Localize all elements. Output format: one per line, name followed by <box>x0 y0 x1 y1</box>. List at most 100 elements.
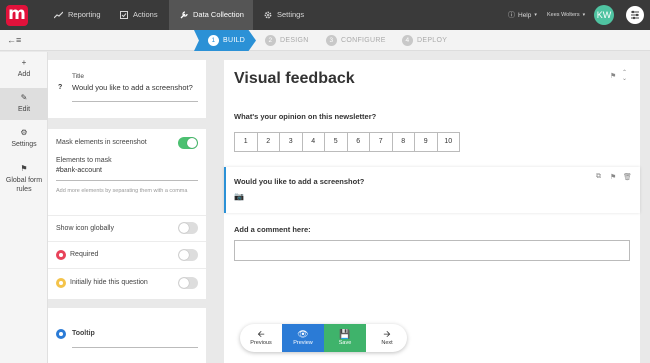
nav-actions-label: Actions <box>133 10 158 19</box>
question-screenshot: Would you like to add a screenshot? <box>234 177 365 186</box>
mask-elements-label: Mask elements in screenshot <box>56 139 147 146</box>
selected-question-block[interactable]: Would you like to add a screenshot? 📷 ⧉ … <box>224 167 640 213</box>
divider <box>48 241 206 242</box>
scale-option[interactable]: 3 <box>279 132 303 152</box>
sidebar-item-global-form-rules[interactable]: ⚑ Global form rules <box>0 164 48 204</box>
step-configure[interactable]: 3 CONFIGURE <box>326 30 386 51</box>
user-menu[interactable]: Kees Wolters ▾ <box>547 0 585 30</box>
scale-option[interactable]: 8 <box>391 132 415 152</box>
scale-option[interactable]: 9 <box>414 132 438 152</box>
question-comment[interactable]: Add a comment here: <box>234 225 311 234</box>
user-name: Kees Wolters <box>547 12 580 18</box>
tooltip-property-panel: Tooltip <box>48 308 206 363</box>
step-deploy[interactable]: 4 DEPLOY <box>402 30 447 51</box>
nav-settings-label: Settings <box>277 10 305 19</box>
preview-label: Preview <box>293 340 313 346</box>
title-property-panel: ? Title Would you like to add a screensh… <box>48 60 206 118</box>
help-icon: ⓘ <box>508 12 515 19</box>
save-button[interactable]: 💾 Save <box>324 324 366 352</box>
scale-option[interactable]: 10 <box>436 132 460 152</box>
help-menu[interactable]: ⓘ Help ▾ <box>508 0 537 30</box>
nav-settings[interactable]: Settings <box>264 0 304 30</box>
title-label: Title <box>72 73 85 80</box>
nav-data-collection[interactable]: Data Collection <box>169 0 253 30</box>
tooltip-label: Tooltip <box>72 330 95 337</box>
elements-to-mask-field[interactable]: #bank-account <box>56 167 102 174</box>
collapse-panel-icon[interactable]: ←≡ <box>7 35 21 46</box>
flag-icon[interactable]: ⚑ <box>610 72 616 80</box>
show-icon-toggle[interactable] <box>178 222 198 234</box>
nav-reporting-label: Reporting <box>68 10 101 19</box>
trash-icon[interactable]: 🗑 <box>623 173 632 181</box>
elements-field-underline <box>56 180 198 181</box>
scale-option[interactable]: 4 <box>301 132 325 152</box>
logo[interactable]: m <box>6 5 28 26</box>
step-number: 1 <box>208 35 219 46</box>
tool-sidebar: + Add ✎ Edit ⚙ Settings ⚑ Global form ru… <box>0 52 48 363</box>
flag-icon[interactable]: ⚑ <box>610 173 616 181</box>
mask-elements-toggle[interactable] <box>178 137 198 149</box>
previous-button[interactable]: 🡨 Previous <box>240 324 282 352</box>
copy-icon[interactable]: ⧉ <box>596 173 601 181</box>
chevron-down-icon: ▾ <box>534 12 537 18</box>
action-bar: 🡨 Previous 👁 Preview 💾 Save 🡪 Next <box>240 324 407 352</box>
initially-hide-toggle[interactable] <box>178 277 198 289</box>
preferences-button[interactable] <box>626 6 644 24</box>
scale-option[interactable]: 6 <box>346 132 370 152</box>
step-label: CONFIGURE <box>341 37 386 44</box>
tooltip-field[interactable] <box>72 347 198 348</box>
step-number: 3 <box>326 35 337 46</box>
next-button[interactable]: 🡪 Next <box>366 324 407 352</box>
show-icon-label: Show icon globally <box>56 225 114 232</box>
question-help-icon: ? <box>58 84 63 91</box>
tooltip-icon <box>56 329 66 339</box>
nav-data-collection-label: Data Collection <box>193 10 244 19</box>
avatar[interactable]: KW <box>594 5 614 25</box>
next-label: Next <box>381 340 393 346</box>
step-design[interactable]: 2 DESIGN <box>265 30 309 51</box>
title-field[interactable]: Would you like to add a screenshot? <box>72 83 193 92</box>
scale-option[interactable]: 2 <box>256 132 280 152</box>
hidden-icon <box>56 278 66 288</box>
title-field-underline <box>72 101 198 102</box>
step-bar: ←≡ <box>0 30 650 51</box>
sidebar-item-settings[interactable]: ⚙ Settings <box>0 128 48 154</box>
sidebar-item-label: Edit <box>17 106 31 113</box>
required-label: Required <box>70 251 99 258</box>
scale-option[interactable]: 5 <box>324 132 348 152</box>
sidebar-item-add[interactable]: + Add <box>0 58 48 86</box>
sidebar-item-label: Global form rules <box>5 177 43 193</box>
collapse-icon[interactable]: ⌃ ⌄ <box>622 70 627 82</box>
step-number: 4 <box>402 35 413 46</box>
nav-actions[interactable]: Actions <box>120 0 158 30</box>
check-icon <box>120 11 128 19</box>
required-icon <box>56 250 66 260</box>
divider <box>48 215 206 216</box>
sidebar-item-label: Settings <box>11 141 37 148</box>
form-title[interactable]: Visual feedback <box>234 70 355 88</box>
floppy-icon: 💾 <box>339 329 351 339</box>
scale-option[interactable]: 1 <box>234 132 258 152</box>
sliders-icon <box>631 10 639 20</box>
pencil-icon: ✎ <box>20 93 28 102</box>
form-canvas: Visual feedback ⚑ ⌃ ⌄ What's your opinion… <box>224 60 640 363</box>
step-build[interactable]: 1 BUILD <box>208 30 245 51</box>
sidebar-item-label: Add <box>17 71 31 78</box>
initially-hide-label: Initially hide this question <box>70 279 148 286</box>
preview-button[interactable]: 👁 Preview <box>282 324 324 352</box>
help-label: Help <box>518 11 532 19</box>
gear-icon: ⚙ <box>20 128 28 137</box>
camera-icon[interactable]: 📷 <box>234 192 244 201</box>
nav-reporting[interactable]: Reporting <box>54 0 101 30</box>
wrench-icon <box>180 11 188 19</box>
scale-option[interactable]: 7 <box>369 132 393 152</box>
arrow-left-icon: 🡨 <box>257 329 265 339</box>
gear-icon <box>264 11 272 19</box>
top-navigation-bar: m Reporting Actions Data Collection Sett… <box>0 0 650 30</box>
question-opinion[interactable]: What's your opinion on this newsletter? <box>234 112 376 121</box>
comment-input[interactable] <box>234 240 630 261</box>
rating-scale: 1 2 3 4 5 6 7 8 9 10 <box>234 132 460 152</box>
chart-icon <box>54 11 63 19</box>
sidebar-item-edit[interactable]: ✎ Edit <box>0 88 48 120</box>
required-toggle[interactable] <box>178 249 198 261</box>
